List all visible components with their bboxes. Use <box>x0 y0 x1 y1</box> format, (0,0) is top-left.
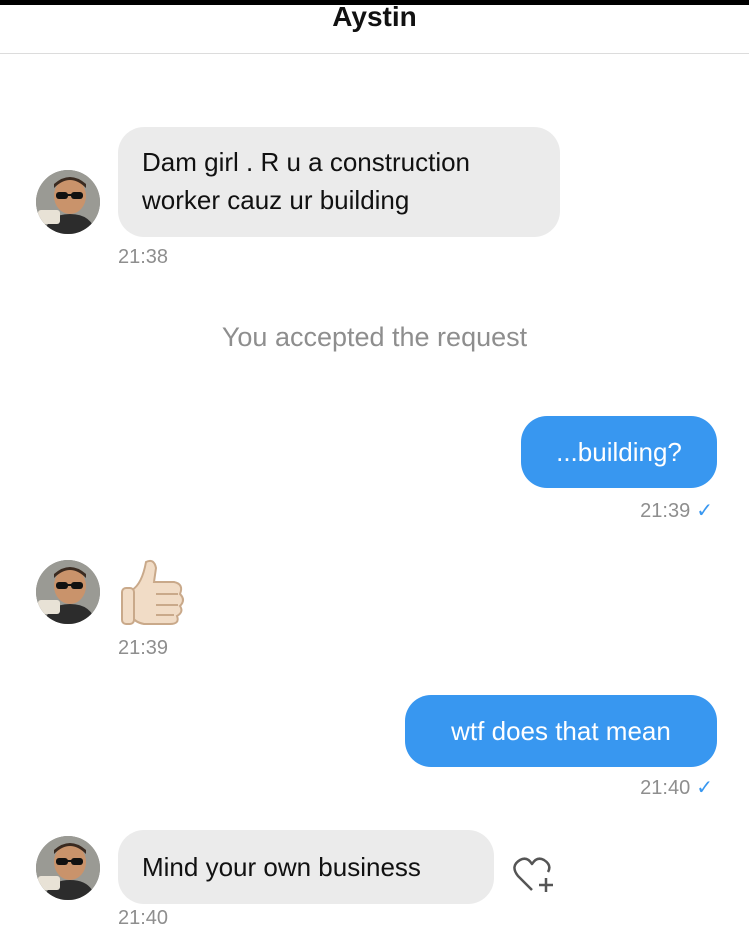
message-timestamp: 21:38 <box>118 246 169 268</box>
avatar[interactable] <box>36 836 100 900</box>
message-text-line: worker cauz ur building <box>142 185 410 215</box>
chat-header: Aystin <box>0 1 749 54</box>
incoming-message-bubble[interactable]: Mind your own business <box>118 830 494 904</box>
outgoing-message-bubble[interactable]: ...building? <box>521 416 717 488</box>
message-text: ...building? <box>556 437 682 467</box>
message-text: wtf does that mean <box>451 716 671 746</box>
heart-add-icon[interactable] <box>512 856 556 901</box>
avatar[interactable] <box>36 170 100 234</box>
message-meta: 21:39 ✓ <box>640 498 713 523</box>
chat-title[interactable]: Aystin <box>0 1 749 33</box>
system-message: You accepted the request <box>221 322 528 352</box>
message-text: Mind your own business <box>142 852 421 882</box>
message-timestamp: 21:39 <box>118 637 169 659</box>
check-icon: ✓ <box>696 500 713 522</box>
message-timestamp: 21:40 <box>640 777 691 799</box>
avatar[interactable] <box>36 560 100 624</box>
check-icon: ✓ <box>696 777 713 799</box>
message-text-line: Dam girl . R u a construction <box>142 147 471 177</box>
message-timestamp: 21:40 <box>118 907 169 929</box>
thumbs-up-icon[interactable] <box>120 556 190 633</box>
message-timestamp: 21:39 <box>640 500 691 522</box>
outgoing-message-bubble[interactable]: wtf does that mean <box>405 695 717 767</box>
message-meta: 21:40 ✓ <box>640 775 713 800</box>
incoming-message-bubble[interactable]: Dam girl . R u a construction worker cau… <box>118 127 560 237</box>
